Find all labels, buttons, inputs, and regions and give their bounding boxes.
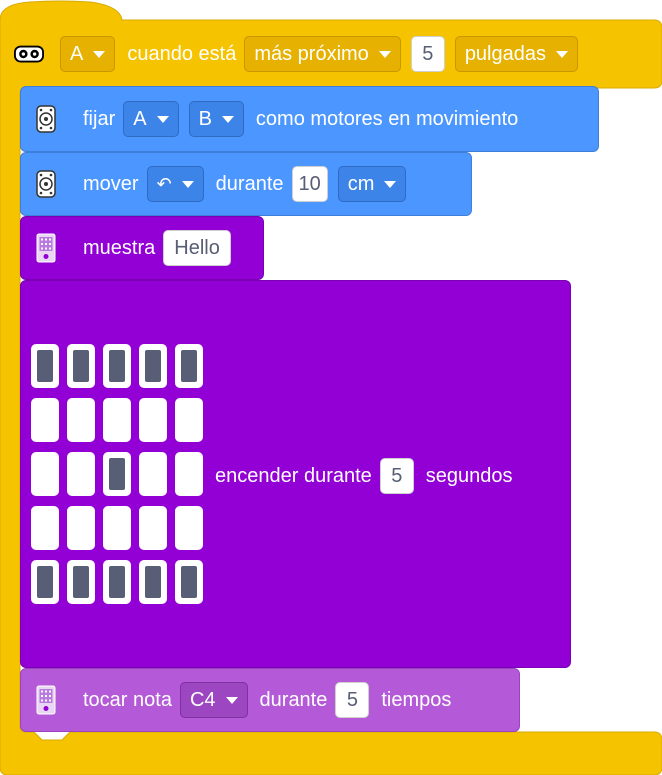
matrix-pixel[interactable] (67, 398, 95, 442)
matrix-pixel[interactable] (31, 506, 59, 550)
play-note-block[interactable]: tocar nota C4 durante 5 tiempos (20, 668, 520, 732)
matrix-pixel[interactable] (67, 560, 95, 604)
matrix-pixel[interactable] (31, 398, 59, 442)
matrix-pixel[interactable] (139, 506, 167, 550)
condition-value: más próximo (254, 42, 369, 65)
motor-icon (31, 169, 61, 199)
matrix-pixel[interactable] (31, 452, 59, 496)
move-for-label: durante (215, 172, 284, 195)
chevron-down-icon (384, 180, 397, 188)
pixel-matrix[interactable] (31, 344, 203, 604)
move-block[interactable]: mover ↶ durante 10 cm (20, 152, 472, 216)
matrix-pixel[interactable] (175, 398, 203, 442)
condition-dropdown[interactable]: más próximo (244, 36, 401, 72)
chevron-down-icon (378, 50, 391, 58)
unit-value: pulgadas (464, 42, 546, 65)
matrix-pixel[interactable] (139, 452, 167, 496)
matrix-pixel[interactable] (139, 344, 167, 388)
matrix-pixel[interactable] (175, 506, 203, 550)
move-label: mover (83, 172, 139, 195)
port-2-value: B (198, 107, 212, 130)
note-dropdown[interactable]: C4 (179, 682, 248, 718)
matrix-pixel[interactable] (103, 344, 131, 388)
when-distance-row: A cuando está más próximo 5 pulgadas (0, 20, 580, 88)
matrix-pixel[interactable] (139, 560, 167, 604)
matrix-pixel[interactable] (67, 452, 95, 496)
matrix-pixel[interactable] (103, 398, 131, 442)
matrix-pixel[interactable] (103, 452, 131, 496)
movement-motors-label: como motores en movimiento (255, 107, 519, 130)
hub-display-icon (31, 233, 61, 263)
matrix-pixel[interactable] (175, 452, 203, 496)
distance-input[interactable]: 5 (410, 36, 445, 72)
play-note-label: tocar nota (83, 688, 172, 711)
matrix-pixel[interactable] (31, 560, 59, 604)
port-1-value: A (133, 107, 147, 130)
show-text-block[interactable]: muestra Hello (20, 216, 264, 280)
matrix-pixel[interactable] (103, 506, 131, 550)
motor-port-1-dropdown[interactable]: A (123, 101, 179, 137)
hub-display-icon (31, 685, 61, 715)
unit-dropdown[interactable]: pulgadas (454, 36, 578, 72)
turn-on-label: encender durante (215, 464, 372, 487)
seconds-input[interactable]: 5 (379, 458, 414, 494)
beats-input[interactable]: 5 (335, 682, 370, 718)
chevron-down-icon (556, 50, 568, 58)
set-movement-motors-block[interactable]: fijar A B como motores en movimiento (20, 86, 599, 152)
distance-sensor-icon (14, 39, 44, 69)
light-matrix-row: encender durante 5 segundos (205, 456, 521, 496)
chevron-down-icon (221, 115, 234, 123)
set-label: fijar (83, 107, 116, 130)
seconds-unit-label: segundos (425, 464, 513, 487)
matrix-pixel[interactable] (67, 344, 95, 388)
chevron-down-icon (225, 696, 238, 704)
port-value: A (70, 42, 84, 65)
when-label: cuando está (127, 42, 237, 65)
chevron-down-icon (156, 115, 169, 123)
matrix-pixel[interactable] (67, 506, 95, 550)
motor-icon (31, 104, 61, 134)
matrix-pixel[interactable] (31, 344, 59, 388)
show-label: muestra (83, 236, 156, 259)
note-value: C4 (189, 688, 216, 711)
note-for-label: durante (259, 688, 328, 711)
chevron-down-icon (93, 50, 106, 58)
matrix-pixel[interactable] (139, 398, 167, 442)
move-unit-value: cm (347, 172, 375, 195)
show-text-input[interactable]: Hello (163, 230, 231, 266)
move-amount-input[interactable]: 10 (291, 166, 328, 202)
motor-port-2-dropdown[interactable]: B (188, 101, 244, 137)
rotate-counterclockwise-icon: ↶ (156, 173, 172, 195)
move-unit-dropdown[interactable]: cm (337, 166, 407, 202)
beats-unit-label: tiempos (381, 688, 452, 711)
matrix-pixel[interactable] (175, 344, 203, 388)
matrix-pixel[interactable] (103, 560, 131, 604)
matrix-pixel[interactable] (175, 560, 203, 604)
direction-dropdown[interactable]: ↶ (146, 166, 204, 202)
chevron-down-icon (181, 180, 194, 188)
port-dropdown[interactable]: A (60, 36, 116, 72)
